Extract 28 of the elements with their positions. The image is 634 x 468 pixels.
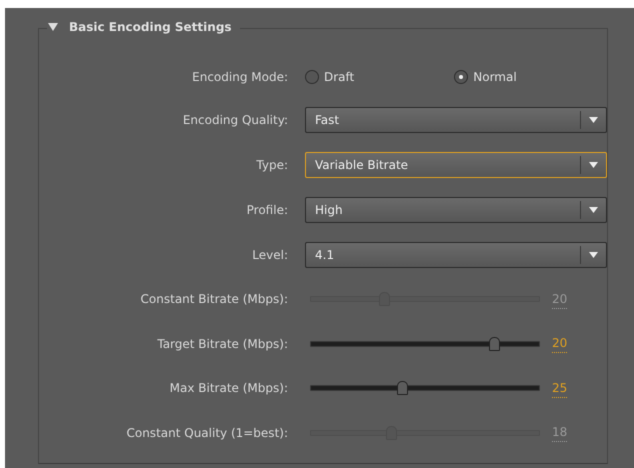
dropdown-arrow-icon [589,252,598,258]
dropdown-arrow-icon [589,116,598,122]
dropdown[interactable]: Fast [305,106,607,132]
field-label: Target Bitrate (Mbps): [157,336,288,351]
radio-option[interactable]: Normal [454,68,517,86]
slider-value[interactable]: 20 [552,334,568,354]
slider-thumb[interactable] [397,381,408,396]
field-label: Max Bitrate (Mbps): [170,381,288,396]
field-label: Constant Quality (1=best): [126,426,288,440]
dropdown[interactable]: 4.1 [305,242,607,268]
dropdown[interactable]: High [305,196,607,222]
slider[interactable] [310,380,540,396]
dropdown[interactable]: Variable Bitrate [305,152,607,178]
field-label: Type: [256,158,288,172]
field-label: Profile: [246,202,288,216]
field-label: Encoding Quality: [182,112,288,126]
field-label: Encoding Mode: [192,70,288,84]
field-label: Constant Bitrate (Mbps): [140,292,288,306]
dropdown-arrow-icon [589,206,598,212]
radio-option[interactable]: Draft [305,68,354,86]
triangle-icon [48,23,58,31]
slider-thumb[interactable] [489,336,500,351]
section-title: Basic Encoding Settings [69,19,232,36]
dropdown-arrow-icon [589,162,598,168]
slider[interactable] [310,336,540,352]
field-label: Level: [252,248,288,262]
slider-value[interactable]: 25 [552,378,568,398]
collapse-toggle[interactable] [47,21,59,33]
